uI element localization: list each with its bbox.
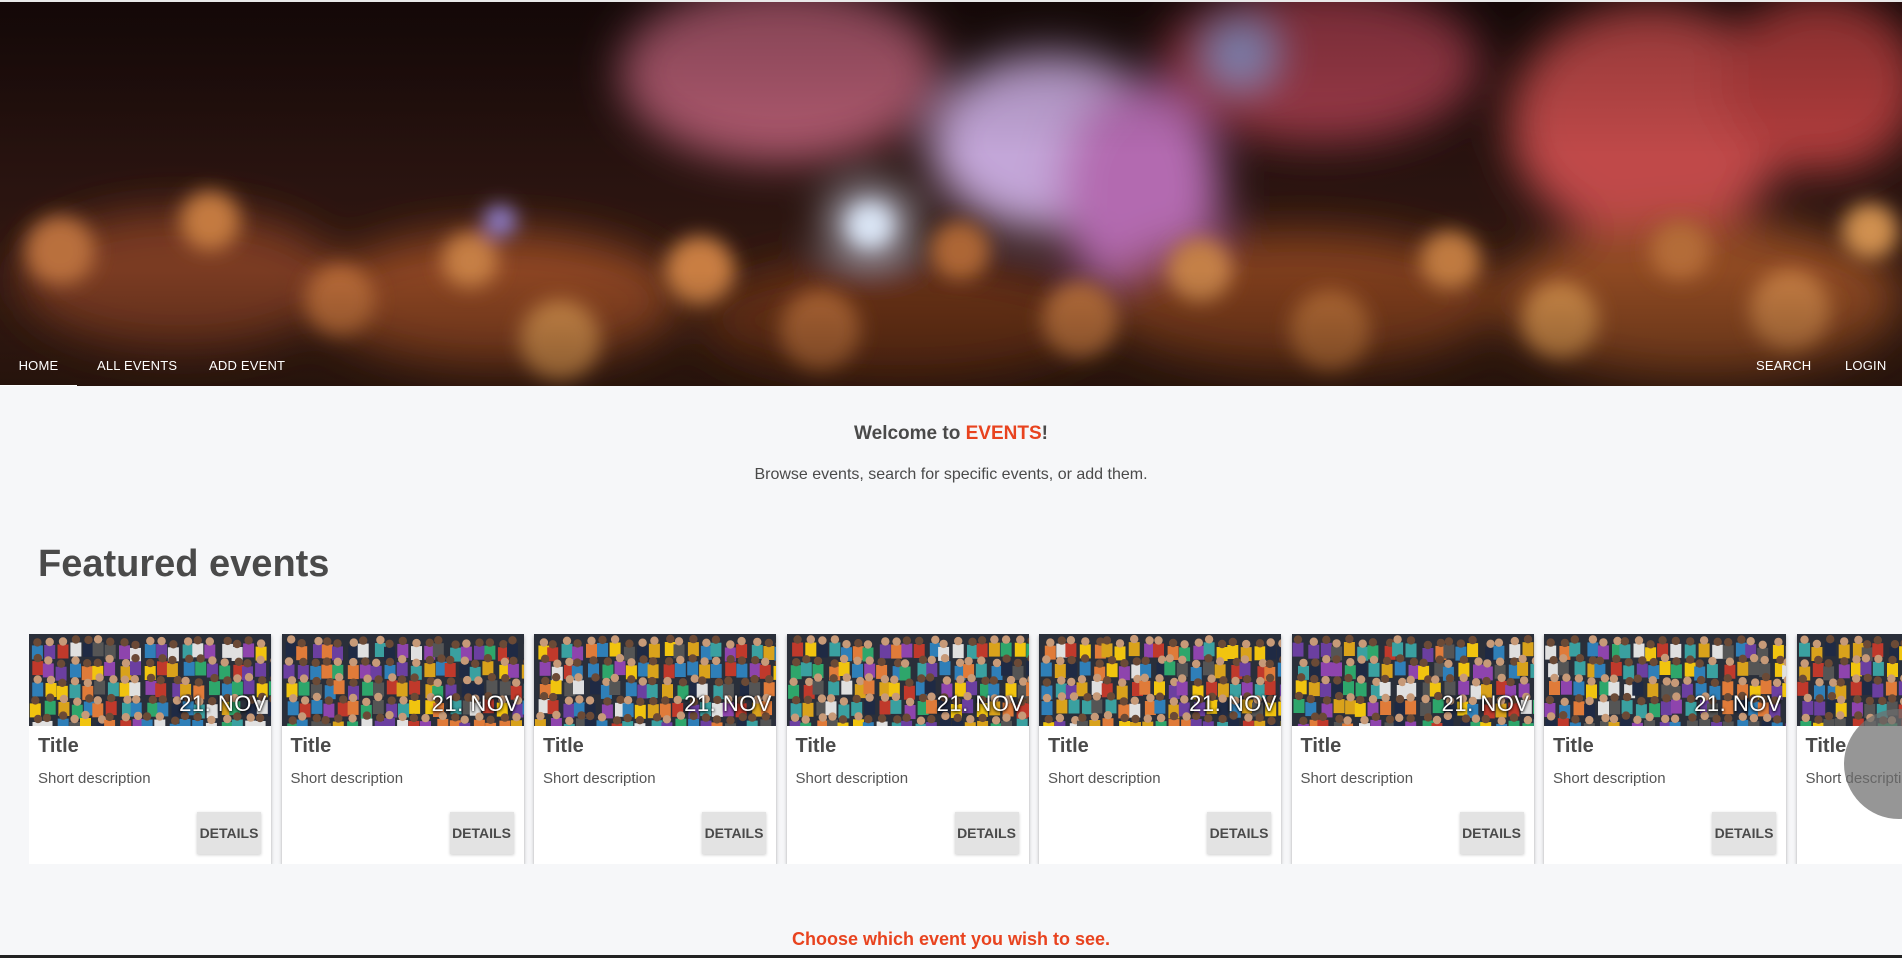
event-description: Short description	[38, 770, 151, 787]
nav-all-events[interactable]: ALL EVENTS	[97, 342, 177, 386]
welcome-heading: Welcome to EVENTS!	[0, 423, 1902, 445]
brand-name: EVENTS	[965, 423, 1042, 444]
event-card[interactable]: 21. NOV Title Short description DETAILS	[534, 634, 776, 864]
welcome-prefix: Welcome to	[854, 423, 966, 444]
details-button[interactable]: DETAILS	[197, 812, 261, 854]
details-button[interactable]: DETAILS	[1712, 812, 1776, 854]
hero-overlay	[0, 2, 1902, 386]
event-card[interactable]: 21. NOV Title Short description DETAILS	[1039, 634, 1281, 864]
event-title: Title	[290, 735, 332, 757]
event-title: Title	[1048, 735, 1089, 757]
details-button[interactable]: DETAILS	[702, 812, 766, 854]
event-title: Title	[1805, 735, 1847, 757]
details-button[interactable]: DETAILS	[1207, 812, 1271, 854]
nav-search[interactable]: SEARCH	[1756, 342, 1811, 386]
details-button[interactable]: DETAILS	[1459, 812, 1524, 854]
featured-events-carousel[interactable]: 21. NOV Title Short description DETAILS 21. …	[29, 634, 1902, 864]
event-date: 21. NOV	[1441, 691, 1530, 716]
event-date: 21. NOV	[936, 691, 1025, 716]
welcome-subtitle: Browse events, search for specific event…	[754, 466, 1148, 483]
event-card[interactable]: 21. NOV Title Short description DETAILS	[29, 634, 271, 864]
event-date: 21. NOV	[431, 691, 520, 716]
details-button[interactable]: DETAILS	[954, 812, 1019, 854]
choose-event-prompt: Choose which event you wish to see.	[791, 929, 1111, 949]
event-title: Title	[795, 735, 837, 757]
hero-banner: HOME ALL EVENTS ADD EVENT SEARCH LOGIN	[0, 0, 1902, 386]
event-description: Short description	[1048, 770, 1161, 787]
nav-home[interactable]: HOME	[0, 342, 77, 386]
event-card[interactable]: 21. NOV Title Short description DETAILS	[281, 634, 524, 864]
event-title: Title	[38, 735, 79, 757]
event-date: 21. NOV	[179, 691, 267, 716]
event-description: Short description	[1553, 770, 1666, 787]
event-card[interactable]: 21. NOV Title Short description DETAILS	[786, 634, 1029, 864]
event-title: Title	[1553, 735, 1594, 757]
details-button[interactable]: DETAILS	[449, 812, 514, 854]
nav-login[interactable]: LOGIN	[1845, 342, 1886, 386]
event-description: Short description	[1300, 770, 1414, 787]
event-description: Short description	[795, 770, 909, 787]
event-title: Title	[543, 735, 584, 757]
event-date: 21. NOV	[684, 691, 772, 716]
event-title: Title	[1300, 735, 1342, 757]
event-card[interactable]: 21. NOV Title Short description DETAILS	[1291, 634, 1534, 864]
event-description: Short description	[543, 770, 656, 787]
event-date: 21. NOV	[1189, 691, 1277, 716]
event-date: 21. NOV	[1694, 691, 1782, 716]
main-navbar: HOME ALL EVENTS ADD EVENT SEARCH LOGIN	[0, 342, 1902, 386]
nav-add-event[interactable]: ADD EVENT	[209, 342, 285, 386]
featured-events-heading: Featured events	[38, 543, 330, 585]
welcome-suffix: !	[1041, 423, 1048, 444]
event-description: Short description	[290, 770, 404, 787]
event-card[interactable]: 21. NOV Title Short description DETAILS	[1544, 634, 1786, 864]
